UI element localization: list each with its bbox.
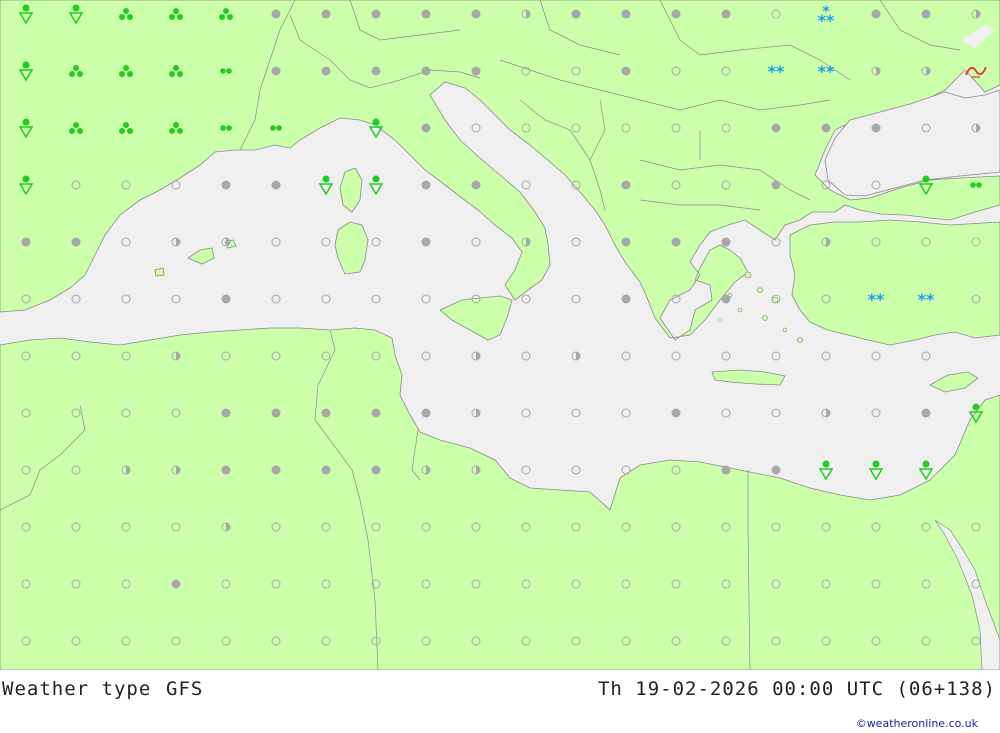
cloudy-icon	[921, 9, 931, 19]
cloudy-icon	[471, 180, 481, 190]
snow-icon: **	[768, 62, 785, 81]
cloudy-icon	[271, 180, 281, 190]
cloudy-icon	[471, 9, 481, 19]
map-title: Weather type	[2, 678, 152, 700]
snow-icon: **	[868, 290, 885, 309]
cloudy-icon	[421, 408, 431, 418]
cloudy-icon	[421, 237, 431, 247]
footer-bar: Weather type GFS Th 19-02-2026 00:00 UTC…	[0, 670, 1000, 733]
cloudy-icon	[371, 9, 381, 19]
svg-text:**: **	[868, 290, 885, 309]
svg-text:**: **	[918, 290, 935, 309]
cloudy-icon	[221, 465, 231, 475]
land-anatolia	[789, 219, 1000, 346]
cloudy-icon	[921, 408, 931, 418]
cloudy-icon	[621, 180, 631, 190]
cloudy-icon	[621, 294, 631, 304]
cloudy-icon	[721, 465, 731, 475]
snow-icon: **	[918, 290, 935, 309]
model-name: GFS	[166, 678, 204, 700]
cloudy-icon	[271, 9, 281, 19]
cloudy-icon	[421, 9, 431, 19]
cloudy-icon	[371, 66, 381, 76]
map-canvas: ***** **** **	[0, 0, 1000, 671]
cloudy-icon	[71, 237, 81, 247]
cloudy-icon	[871, 9, 881, 19]
snow-icon: **	[818, 62, 835, 81]
cloudy-icon	[371, 408, 381, 418]
cloudy-icon	[271, 66, 281, 76]
forecast-datetime: Th 19-02-2026 00:00 UTC (06+138)	[597, 678, 996, 700]
cloudy-icon	[321, 66, 331, 76]
cloudy-icon	[421, 123, 431, 133]
cloudy-icon	[621, 66, 631, 76]
cloudy-icon	[771, 123, 781, 133]
cloudy-icon	[621, 9, 631, 19]
cloudy-icon	[571, 9, 581, 19]
svg-text:**: **	[818, 62, 835, 81]
cloudy-icon	[321, 408, 331, 418]
cloudy-icon	[21, 237, 31, 247]
credit-link[interactable]: ©weatheronline.co.uk	[856, 717, 978, 730]
cloudy-icon	[671, 408, 681, 418]
cloudy-icon	[321, 465, 331, 475]
cloudy-icon	[771, 465, 781, 475]
cloudy-icon	[821, 123, 831, 133]
cloudy-icon	[671, 9, 681, 19]
cloudy-icon	[421, 180, 431, 190]
cloudy-icon	[221, 180, 231, 190]
cloudy-icon	[221, 294, 231, 304]
cloudy-icon	[321, 9, 331, 19]
cloudy-icon	[871, 123, 881, 133]
weather-map[interactable]: * ** ** ** ** **	[0, 0, 1000, 671]
cloudy-icon	[721, 237, 731, 247]
cloudy-icon	[421, 66, 431, 76]
cloudy-icon	[271, 465, 281, 475]
cloudy-icon	[721, 9, 731, 19]
cloudy-icon	[221, 408, 231, 418]
cloudy-icon	[471, 66, 481, 76]
svg-text:**: **	[768, 62, 785, 81]
cloudy-icon	[171, 579, 181, 589]
cloudy-icon	[621, 237, 631, 247]
cloudy-icon	[371, 465, 381, 475]
svg-text:**: **	[818, 11, 835, 30]
cloudy-icon	[271, 408, 281, 418]
cloudy-icon	[671, 237, 681, 247]
cloudy-icon	[721, 294, 731, 304]
cloudy-icon	[771, 180, 781, 190]
